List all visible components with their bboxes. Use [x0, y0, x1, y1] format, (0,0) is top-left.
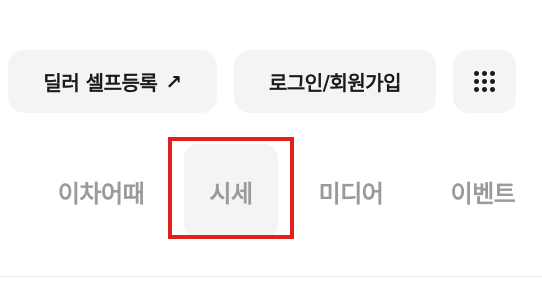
header-actions: 딜러 셀프등록 ↗ 로그인/회원가입 — [8, 50, 516, 113]
tab-event[interactable]: 이벤트 — [438, 144, 528, 238]
login-signup-button[interactable]: 로그인/회원가입 — [234, 50, 436, 113]
header-divider — [0, 276, 542, 277]
grid-menu-button[interactable] — [453, 50, 516, 113]
tab-market-price[interactable]: 시세 — [184, 144, 278, 238]
dealer-self-register-label: 딜러 셀프등록 — [43, 71, 158, 95]
login-signup-label: 로그인/회원가입 — [268, 71, 402, 95]
tab-leecha-ottae[interactable]: 이차어때 — [46, 144, 156, 238]
dealer-self-register-button[interactable]: 딜러 셀프등록 ↗ — [8, 50, 217, 113]
main-nav-tabs: 이차어때 시세 미디어 이벤트 — [0, 140, 542, 240]
external-arrow-icon: ↗ — [165, 69, 182, 94]
tab-media[interactable]: 미디어 — [306, 144, 396, 238]
grid-menu-icon — [474, 71, 495, 92]
